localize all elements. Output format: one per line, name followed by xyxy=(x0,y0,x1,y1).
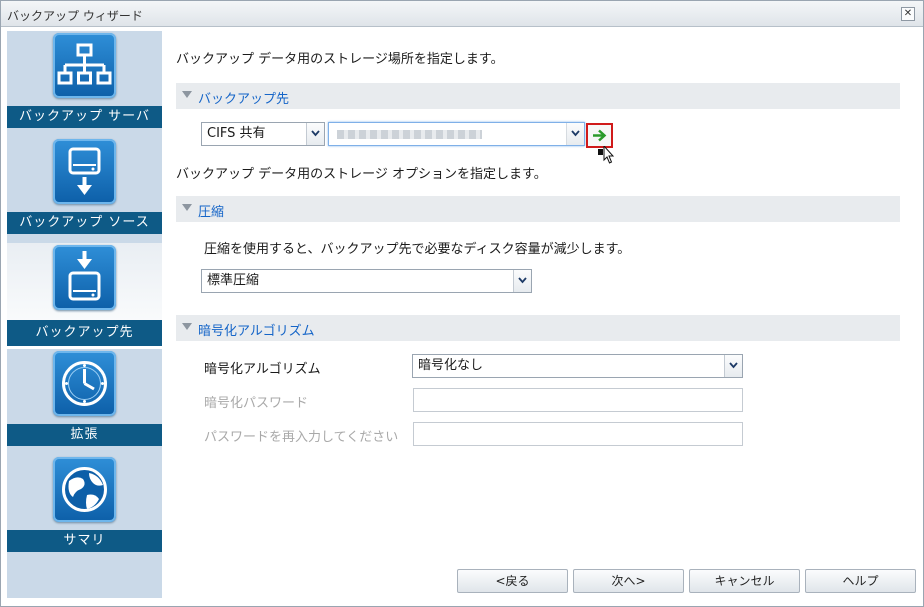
globe-icon xyxy=(53,457,116,522)
close-button[interactable]: ✕ xyxy=(901,7,915,21)
sidebar-item-backup-destination[interactable]: バックアップ先 xyxy=(7,243,162,349)
intro-text: バックアップ データ用のストレージ場所を指定します。 xyxy=(176,52,504,67)
network-server-icon xyxy=(53,33,116,98)
encryption-algorithm-label: 暗号化アルゴリズム xyxy=(204,362,321,377)
collapse-triangle-icon xyxy=(182,323,192,330)
drive-import-icon xyxy=(53,245,116,310)
chevron-down-icon[interactable] xyxy=(306,123,324,145)
collapse-triangle-icon xyxy=(182,204,192,211)
destination-type-value: CIFS 共有 xyxy=(207,126,266,141)
connect-arrow-button[interactable] xyxy=(586,123,613,148)
destination-path-combobox[interactable] xyxy=(328,122,585,146)
sidebar-item-label: バックアップ先 xyxy=(7,320,162,346)
wizard-sidebar: バックアップ サーバ バックアップ ソース バックアップ先 拡張 サマリ xyxy=(7,31,162,598)
chevron-down-icon[interactable] xyxy=(513,270,531,292)
backup-wizard-window: バックアップ ウィザード ✕ バックアップ サーバ バックアップ ソース バック… xyxy=(0,0,924,607)
encryption-algorithm-value: 暗号化なし xyxy=(418,358,484,373)
sidebar-item-backup-source[interactable]: バックアップ ソース xyxy=(7,137,162,243)
compression-description: 圧縮を使用すると、バックアップ先で必要なディスク容量が減少します。 xyxy=(204,242,631,257)
help-button[interactable]: ヘルプ xyxy=(805,569,916,593)
back-button[interactable]: <戻る xyxy=(457,569,568,593)
next-button[interactable]: 次へ> xyxy=(573,569,684,593)
mouse-cursor-icon xyxy=(598,146,615,164)
wizard-content: バックアップ データ用のストレージ場所を指定します。 バックアップ先 CIFS … xyxy=(162,28,923,606)
compression-select[interactable]: 標準圧縮 xyxy=(201,269,532,293)
collapse-triangle-icon xyxy=(182,91,192,98)
encryption-password-label: 暗号化パスワード xyxy=(204,396,309,411)
section-title: 暗号化アルゴリズム xyxy=(198,324,315,339)
sidebar-item-label: サマリ xyxy=(7,530,162,552)
sidebar-item-label: バックアップ サーバ xyxy=(7,106,162,128)
drive-export-icon xyxy=(53,139,116,204)
section-header-compression[interactable]: 圧縮 xyxy=(176,196,900,222)
section-header-encryption[interactable]: 暗号化アルゴリズム xyxy=(176,315,900,341)
sidebar-item-label: バックアップ ソース xyxy=(7,212,162,234)
blurred-path-text xyxy=(337,130,482,139)
encryption-algorithm-select[interactable]: 暗号化なし xyxy=(412,354,743,378)
chevron-down-icon[interactable] xyxy=(724,355,742,377)
chevron-down-icon[interactable] xyxy=(566,123,584,145)
section-title: 圧縮 xyxy=(198,205,225,220)
title-bar: バックアップ ウィザード ✕ xyxy=(1,1,923,27)
confirm-password-label: パスワードを再入力してください xyxy=(204,430,399,445)
compression-value: 標準圧縮 xyxy=(207,273,260,288)
section-title: バックアップ先 xyxy=(198,92,290,107)
destination-type-select[interactable]: CIFS 共有 xyxy=(201,122,325,146)
storage-options-text: バックアップ データ用のストレージ オプションを指定します。 xyxy=(176,167,547,182)
window-title: バックアップ ウィザード xyxy=(7,9,143,23)
cancel-button[interactable]: キャンセル xyxy=(689,569,800,593)
clock-icon xyxy=(53,351,116,416)
sidebar-item-label: 拡張 xyxy=(7,424,162,446)
arrow-right-icon xyxy=(593,129,607,142)
sidebar-item-advanced[interactable]: 拡張 xyxy=(7,349,162,455)
sidebar-item-backup-server[interactable]: バックアップ サーバ xyxy=(7,31,162,137)
encryption-password-input[interactable] xyxy=(413,388,743,412)
section-header-destination[interactable]: バックアップ先 xyxy=(176,83,900,109)
confirm-password-input[interactable] xyxy=(413,422,743,446)
sidebar-item-summary[interactable]: サマリ xyxy=(7,455,162,561)
